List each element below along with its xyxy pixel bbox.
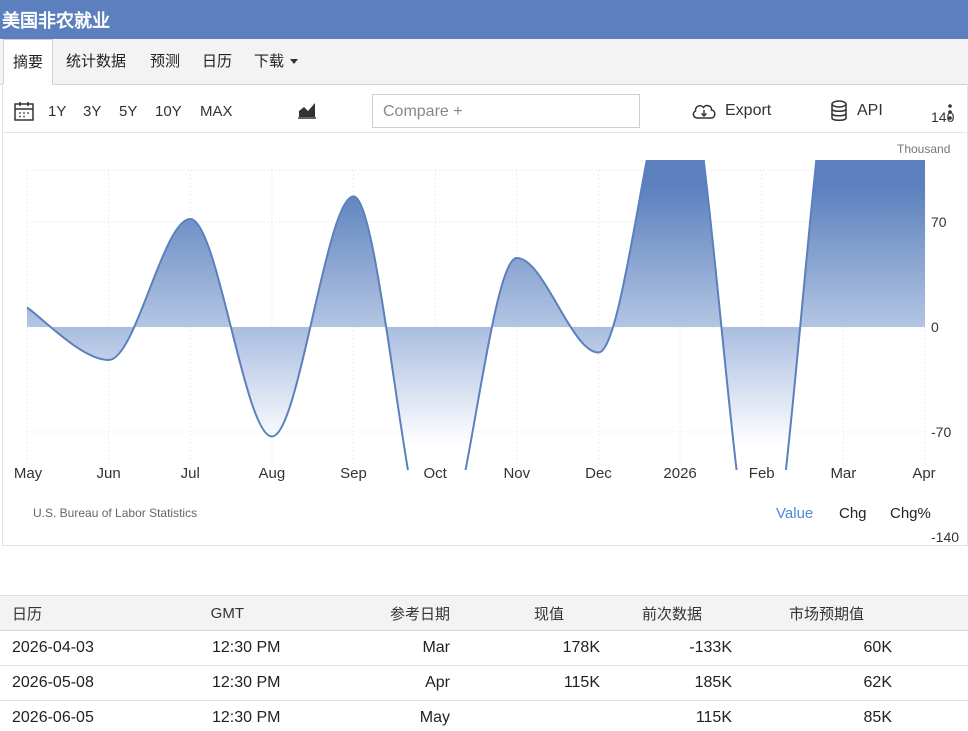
title-bar: 美国非农就业 xyxy=(0,0,968,39)
export-button[interactable]: Export xyxy=(725,102,771,120)
x-tick-label: Apr xyxy=(912,465,936,482)
cell-reference: Mar xyxy=(330,630,450,666)
table-row: 2026-05-08 12:30 PM Apr 115K 185K 62K xyxy=(0,665,968,701)
compare-input[interactable]: Compare + xyxy=(372,94,640,128)
toolbar-divider xyxy=(2,132,968,133)
x-tick-label: Jun xyxy=(96,465,121,482)
cell-reference: May xyxy=(330,700,450,731)
chevron-down-icon xyxy=(290,59,299,64)
cell-actual xyxy=(450,700,600,731)
area-chart xyxy=(26,160,926,470)
x-tick-label: Jul xyxy=(180,465,200,482)
x-tick-label: 2026 xyxy=(663,465,697,482)
mode-value-button[interactable]: Value xyxy=(776,505,813,522)
x-tick-label: Feb xyxy=(748,465,775,482)
y-tick-label: -140 xyxy=(931,529,960,545)
tab-calendar[interactable]: 日历 xyxy=(202,39,232,85)
cell-reference: Apr xyxy=(330,665,450,701)
x-tick-label: Oct xyxy=(423,465,447,482)
cell-previous: 115K xyxy=(600,700,732,731)
cell-gmt: 12:30 PM xyxy=(200,700,330,731)
cell-consensus: 85K xyxy=(732,700,892,731)
col-header-previous: 前次数据 xyxy=(600,595,732,631)
y-tick-label: 70 xyxy=(931,214,947,230)
cell-date: 2026-06-05 xyxy=(0,700,200,731)
tab-forecast[interactable]: 预测 xyxy=(150,39,180,85)
range-10y-button[interactable]: 10Y xyxy=(155,103,182,120)
cell-gmt: 12:30 PM xyxy=(200,665,330,701)
area-chart-icon[interactable] xyxy=(297,101,317,119)
calendar-icon[interactable] xyxy=(14,101,34,121)
cell-date: 2026-05-08 xyxy=(0,665,200,701)
calendar-header-row: 日历 GMT 参考日期 现值 前次数据 市场预期值 xyxy=(0,595,968,631)
page-title: 美国非农就业 xyxy=(2,11,110,32)
tab-download-label: 下载 xyxy=(254,52,285,70)
mode-chg-button[interactable]: Chg xyxy=(839,505,867,522)
calendar-table: 日历 GMT 参考日期 现值 前次数据 市场预期值 2026-04-03 12:3… xyxy=(0,595,968,731)
cell-actual: 178K xyxy=(450,630,600,666)
tab-summary[interactable]: 摘要 xyxy=(3,39,54,85)
x-tick-label: Sep xyxy=(340,465,367,482)
cell-date: 2026-04-03 xyxy=(0,630,200,666)
unit-label: Thousand xyxy=(897,142,951,156)
cell-consensus: 60K xyxy=(732,630,892,666)
col-header-actual: 现值 xyxy=(450,595,600,631)
range-1y-button[interactable]: 1Y xyxy=(48,103,66,120)
range-max-button[interactable]: MAX xyxy=(200,103,233,120)
tab-download[interactable]: 下载 xyxy=(254,39,299,85)
cell-gmt: 12:30 PM xyxy=(200,630,330,666)
y-tick-label: 140 xyxy=(931,109,955,125)
x-tick-label: Mar xyxy=(830,465,857,482)
table-row: 2026-06-05 12:30 PM May 115K 85K xyxy=(0,700,968,731)
compare-placeholder: Compare + xyxy=(383,103,463,120)
cell-consensus: 62K xyxy=(732,665,892,701)
cloud-download-icon[interactable] xyxy=(691,101,717,121)
tab-bar: 摘要 统计数据 预测 日历 下载 xyxy=(0,39,968,85)
x-tick-label: Dec xyxy=(585,465,612,482)
x-tick-label: Aug xyxy=(258,465,286,482)
col-header-consensus: 市场预期值 xyxy=(732,595,892,631)
x-tick-label: May xyxy=(13,465,43,482)
y-tick-label: -70 xyxy=(931,424,952,440)
range-5y-button[interactable]: 5Y xyxy=(119,103,137,120)
col-header-gmt: GMT xyxy=(200,595,330,631)
data-source-label: U.S. Bureau of Labor Statistics xyxy=(33,506,198,520)
y-tick-label: 0 xyxy=(931,319,939,335)
api-button[interactable]: API xyxy=(857,102,883,120)
cell-actual: 115K xyxy=(450,665,600,701)
database-icon[interactable] xyxy=(830,100,848,122)
cell-previous: 185K xyxy=(600,665,732,701)
table-row: 2026-04-03 12:30 PM Mar 178K -133K 60K xyxy=(0,630,968,666)
range-3y-button[interactable]: 3Y xyxy=(83,103,101,120)
col-header-date: 日历 xyxy=(0,595,200,631)
tab-statistics[interactable]: 统计数据 xyxy=(66,39,126,85)
x-tick-label: Nov xyxy=(503,465,531,482)
cell-previous: -133K xyxy=(600,630,732,666)
mode-chg-pct-button[interactable]: Chg% xyxy=(890,505,931,522)
col-header-reference: 参考日期 xyxy=(330,595,450,631)
